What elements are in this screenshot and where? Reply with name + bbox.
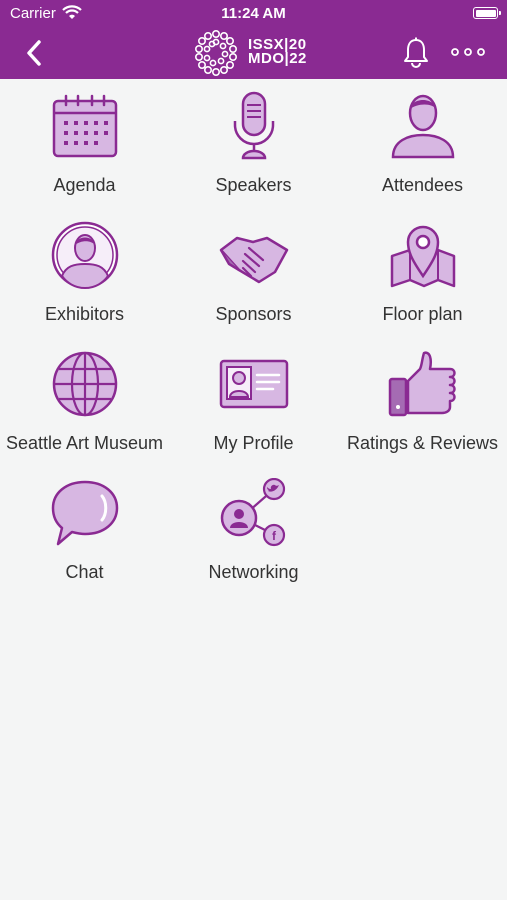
chat-bubble-icon [51,480,119,546]
battery-icon [473,7,501,19]
tile-networking[interactable]: f Networking [169,466,338,595]
microphone-icon [233,91,275,160]
tile-speakers[interactable]: Speakers [169,79,338,208]
thumbs-up-icon [388,351,456,417]
navigation-bar: ISSX|20 MDO|22 [0,28,507,79]
tile-label: Sponsors [215,304,292,324]
social-network-icon: f [220,478,286,547]
tile-label: Seattle Art Museum [5,433,164,453]
logo-wordmark: ISSX|20 MDO|22 [248,36,307,67]
tile-agenda[interactable]: Agenda [0,79,169,208]
tile-label: Exhibitors [44,304,125,324]
back-button[interactable] [22,38,48,68]
id-card-icon [219,359,289,409]
calendar-icon [52,94,118,158]
tile-seattle-art-museum[interactable]: Seattle Art Museum [0,337,169,466]
person-circle-icon [51,221,119,289]
handshake-icon [219,236,289,284]
tile-chat[interactable]: Chat [0,466,169,595]
tile-label: My Profile [213,433,294,453]
tile-label: Attendees [381,175,464,195]
tile-my-profile[interactable]: My Profile [169,337,338,466]
tile-attendees[interactable]: Attendees [338,79,507,208]
tile-label: Ratings & Reviews [346,433,499,453]
tile-ratings-reviews[interactable]: Ratings & Reviews [338,337,507,466]
logo-emblem-icon [195,29,237,76]
map-pin-icon [390,225,456,288]
tile-label: Floor plan [382,304,463,324]
tile-label: Speakers [215,175,292,195]
globe-icon [52,351,118,417]
tile-label: Chat [65,562,104,582]
person-icon [391,94,455,159]
event-logo: ISSX|20 MDO|22 [188,28,328,78]
tile-label: Networking [208,562,299,582]
tile-sponsors[interactable]: Sponsors [169,208,338,337]
more-options-button[interactable] [450,44,486,60]
tile-label: Agenda [53,175,116,195]
notifications-bell-button[interactable] [400,36,432,70]
status-time: 11:24 AM [221,5,286,22]
tile-floor-plan[interactable]: Floor plan [338,208,507,337]
tile-exhibitors[interactable]: Exhibitors [0,208,169,337]
status-bar: Carrier 11:24 AM [0,0,507,28]
app-header: Carrier 11:24 AM ISSX|20 MDO|22 [0,0,507,79]
